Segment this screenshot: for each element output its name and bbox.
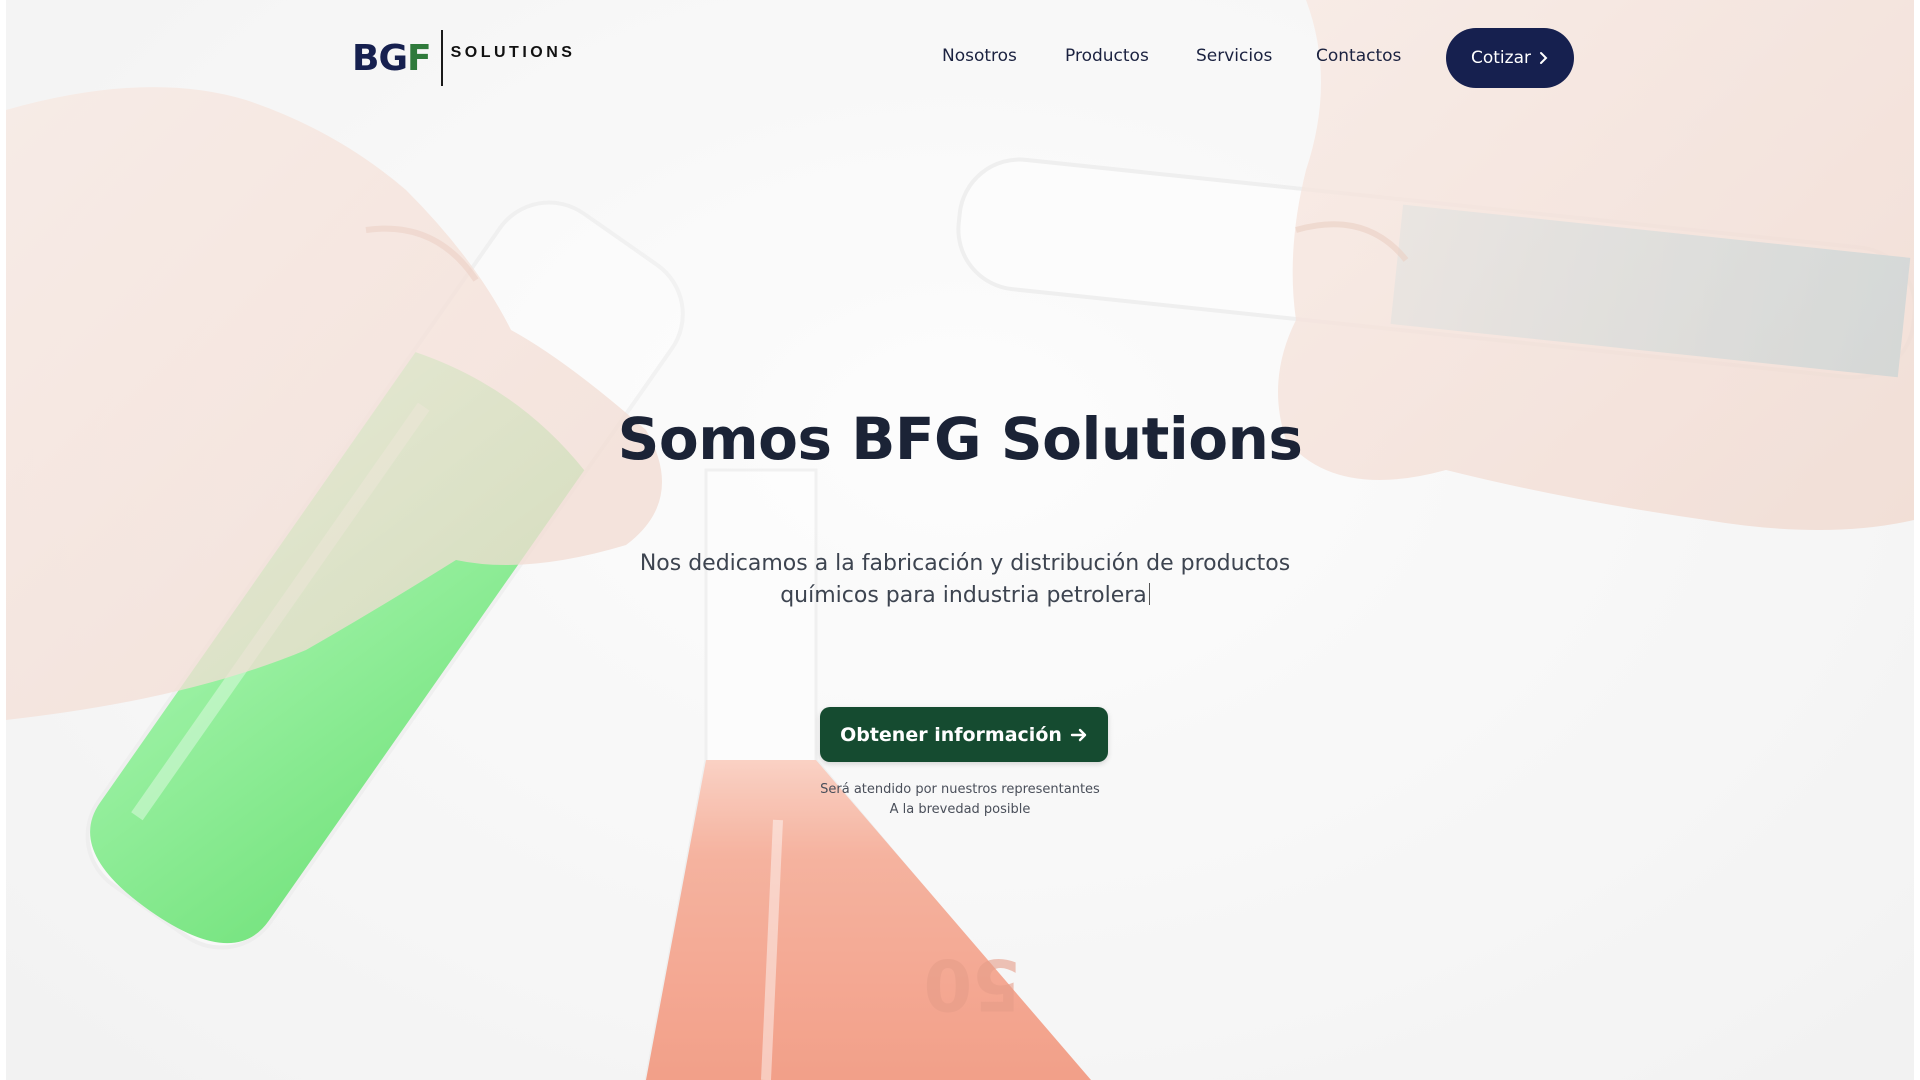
cotizar-label: Cotizar (1471, 48, 1531, 68)
lab-background-image: 50 (6, 0, 1914, 1080)
arrow-right-icon (1070, 728, 1087, 741)
nav-item-contactos[interactable]: Contactos (1316, 46, 1401, 66)
chevron-right-icon (1540, 52, 1548, 64)
nav-item-servicios[interactable]: Servicios (1196, 46, 1272, 66)
hero-note-line2: A la brevedad posible (889, 802, 1031, 817)
obtener-informacion-button[interactable]: Obtener información (820, 707, 1108, 762)
cotizar-button[interactable]: Cotizar (1446, 28, 1574, 88)
hero-subtitle-line2: químicos para industria petrolera (780, 583, 1147, 608)
nav-item-nosotros[interactable]: Nosotros (942, 46, 1017, 66)
hero-section: 50 (6, 0, 1914, 1080)
hero-note: Será atendido por nuestros representante… (0, 780, 1920, 820)
obtener-informacion-label: Obtener información (840, 723, 1062, 746)
main-nav: Nosotros Productos Servicios Contactos (0, 46, 1920, 70)
hero-subtitle-line1: Nos dedicamos a la fabricación y distrib… (639, 551, 1291, 576)
typing-cursor (1148, 583, 1150, 605)
hero-note-line1: Será atendido por nuestros representante… (820, 782, 1100, 797)
hero-subtitle: Nos dedicamos a la fabricación y distrib… (610, 548, 1320, 612)
nav-item-productos[interactable]: Productos (1065, 46, 1149, 66)
hero-title: Somos BFG Solutions (617, 405, 1303, 473)
